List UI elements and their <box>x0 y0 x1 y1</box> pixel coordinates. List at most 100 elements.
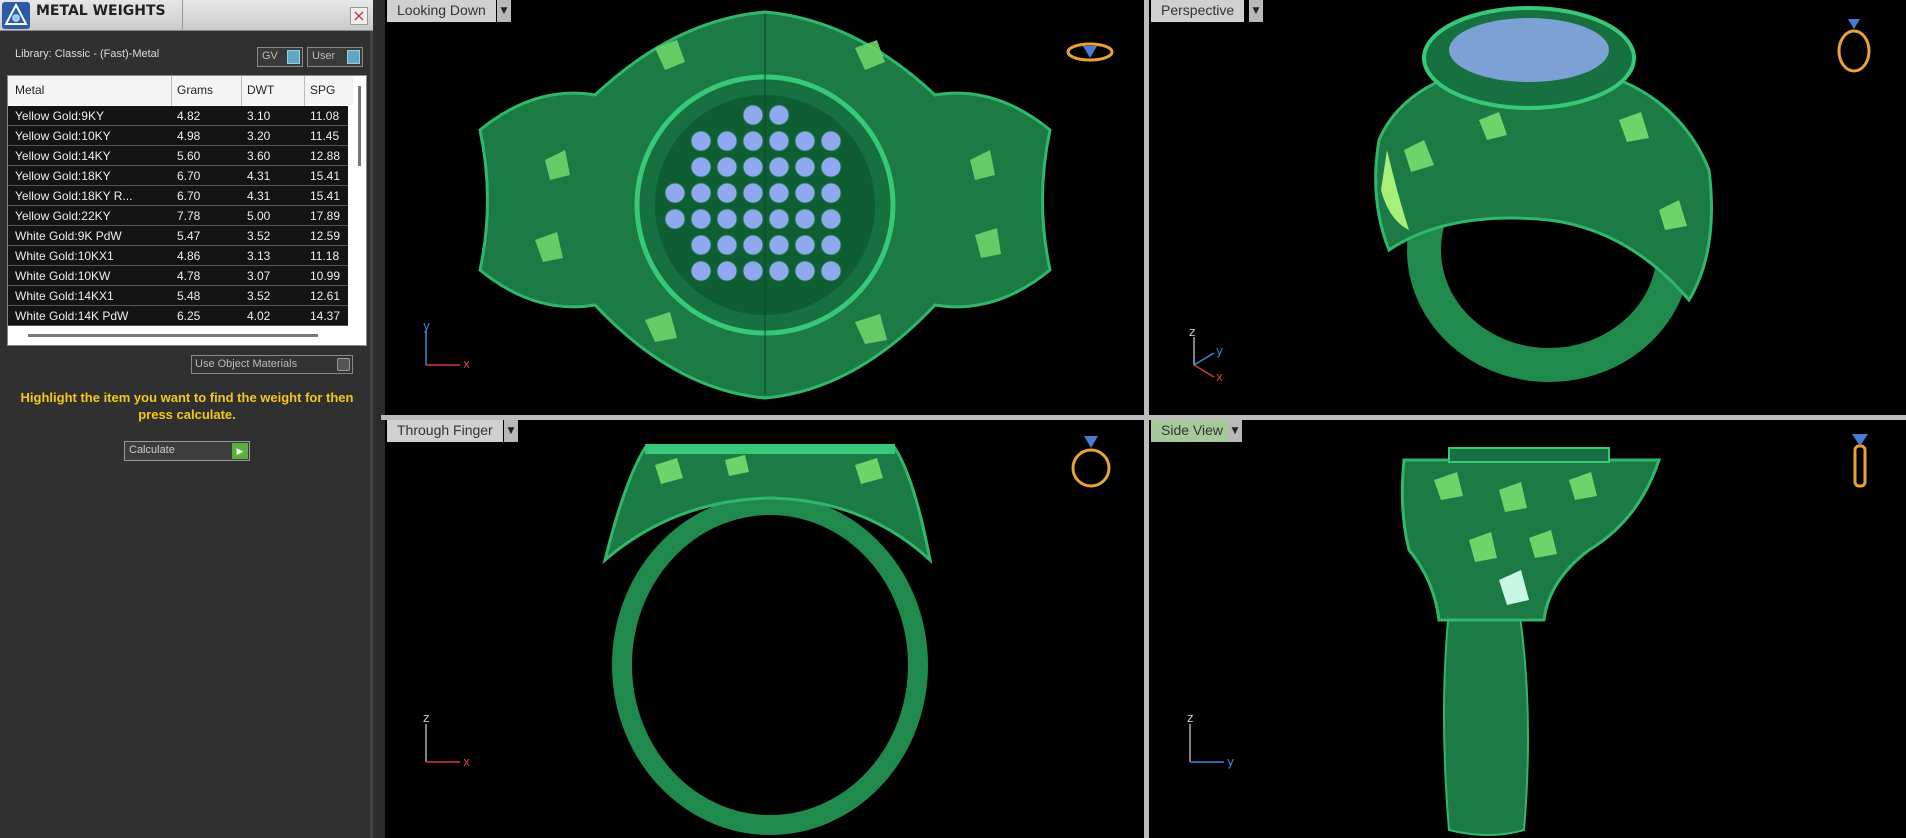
table-row[interactable]: Yellow Gold:10KY 4.98 3.20 11.45 <box>8 126 348 146</box>
gem-stone <box>768 182 790 204</box>
gem-stone <box>768 156 790 178</box>
viewport-label[interactable]: Perspective <box>1151 0 1245 22</box>
table-cell: 12.88 <box>310 149 341 163</box>
calculate-button[interactable]: Calculate ▶ <box>124 441 250 461</box>
table-cell: 3.13 <box>247 249 271 263</box>
gem-stone <box>690 234 712 256</box>
table-cell: 5.00 <box>247 209 271 223</box>
column-header-spg[interactable]: SPG <box>310 83 335 97</box>
axis-gizmo: z x <box>423 711 470 769</box>
gem-stone <box>742 234 764 256</box>
table-row[interactable]: Yellow Gold:22KY 7.78 5.00 17.89 <box>8 206 348 226</box>
column-header-grams[interactable]: Grams <box>177 83 213 97</box>
viewport-label[interactable]: Looking Down <box>387 0 496 22</box>
table-row[interactable]: White Gold:14KX1 5.48 3.52 12.61 <box>8 286 348 306</box>
gem-stone <box>690 130 712 152</box>
axis-label: z <box>1189 325 1195 339</box>
gem-stone <box>742 130 764 152</box>
table-row[interactable]: White Gold:14K PdW 6.25 4.02 14.37 <box>8 306 348 326</box>
table-cell: 5.48 <box>177 289 201 303</box>
gv-toggle[interactable]: GV <box>257 47 303 67</box>
table-cell: 7.78 <box>177 209 201 223</box>
gem-stone <box>794 260 816 282</box>
gem-stone <box>820 130 842 152</box>
gem-stone <box>664 182 686 204</box>
ring-perspective-render <box>1374 6 1713 382</box>
gem-stone <box>742 260 764 282</box>
gem-stone <box>716 208 738 230</box>
table-row[interactable]: Yellow Gold:18KY R... 6.70 4.31 15.41 <box>8 186 348 206</box>
table-cell: 5.60 <box>177 149 201 163</box>
viewport-label[interactable]: Through Finger <box>387 420 503 442</box>
gem-stone <box>820 234 842 256</box>
table-cell: White Gold:9K PdW <box>15 229 122 243</box>
user-toggle[interactable]: User <box>307 47 363 67</box>
table-cell: 12.61 <box>310 289 341 303</box>
table-row[interactable]: Yellow Gold:18KY 6.70 4.31 15.41 <box>8 166 348 186</box>
chevron-down-icon[interactable]: ▼ <box>1249 0 1263 22</box>
viewport-perspective[interactable]: Perspective ▼ z y x <box>1149 0 1906 415</box>
gem-stone <box>690 156 712 178</box>
axis-gizmo: y x <box>423 320 470 370</box>
gem-stone <box>768 260 790 282</box>
gem-stone <box>768 130 790 152</box>
table-row[interactable]: Yellow Gold:9KY 4.82 3.10 11.08 <box>8 106 348 126</box>
table-row[interactable]: White Gold:9K PdW 5.47 3.52 12.59 <box>8 226 348 246</box>
table-cell: 12.59 <box>310 229 341 243</box>
chevron-down-icon[interactable]: ▼ <box>504 420 518 442</box>
metal-weights-table[interactable]: Metal Grams DWT SPG Yellow Gold:9KY 4.82 3… <box>7 75 367 346</box>
panel-title: METAL WEIGHTS <box>36 3 166 19</box>
table-row[interactable]: White Gold:10KX1 4.86 3.13 11.18 <box>8 246 348 266</box>
table-cell: 3.10 <box>247 109 271 123</box>
chevron-down-icon[interactable]: ▼ <box>497 0 511 22</box>
gem-stone <box>690 182 712 204</box>
axis-label: y <box>1216 344 1223 358</box>
gem-stone <box>716 182 738 204</box>
viewport-divider-vertical[interactable] <box>1144 0 1149 838</box>
table-cell: 3.60 <box>247 149 271 163</box>
gem-stone <box>794 156 816 178</box>
table-cell: Yellow Gold:14KY <box>15 149 111 163</box>
gem-stone <box>820 156 842 178</box>
axis-label: x <box>463 755 470 769</box>
ring-top-view-render <box>478 10 1052 400</box>
gem-stone <box>742 156 764 178</box>
gem-stone <box>768 208 790 230</box>
use-object-materials-toggle[interactable]: Use Object Materials <box>191 355 353 374</box>
user-toggle-label: User <box>312 50 336 62</box>
calculate-label: Calculate <box>129 444 175 456</box>
ring-front-render <box>602 444 933 835</box>
gem-stone <box>820 182 842 204</box>
table-cell: 4.82 <box>177 109 201 123</box>
viewport-side-view[interactable]: Side View ▼ z y <box>1149 420 1906 838</box>
chevron-down-icon[interactable]: ▼ <box>1228 420 1242 442</box>
gem-stone <box>794 208 816 230</box>
axis-label: z <box>423 711 429 725</box>
gem-stone <box>794 234 816 256</box>
axis-label: y <box>423 320 430 333</box>
viewport-through-finger[interactable]: Through Finger ▼ z x <box>385 420 1144 838</box>
column-header-dwt[interactable]: DWT <box>247 83 274 97</box>
horizontal-scrollbar[interactable] <box>28 334 318 337</box>
axis-label: x <box>1216 370 1223 384</box>
table-cell: 11.45 <box>310 129 340 143</box>
table-cell: 6.25 <box>177 309 201 323</box>
viewport-looking-down[interactable]: Looking Down ▼ y x <box>385 0 1144 415</box>
table-row[interactable]: White Gold:10KW 4.78 3.07 10.99 <box>8 266 348 286</box>
toggle-knob-icon <box>287 50 300 64</box>
table-cell: 11.18 <box>310 249 340 263</box>
gem-stone <box>742 182 764 204</box>
table-cell: 3.20 <box>247 129 271 143</box>
table-cell: 4.02 <box>247 309 271 323</box>
column-header-metal[interactable]: Metal <box>15 83 44 97</box>
table-cell: White Gold:10KW <box>15 269 111 283</box>
table-cell: 10.99 <box>310 269 341 283</box>
viewport-label[interactable]: Side View <box>1151 420 1234 442</box>
close-icon[interactable]: × <box>350 7 368 25</box>
vertical-scrollbar[interactable] <box>358 86 361 166</box>
table-cell: 3.52 <box>247 289 271 303</box>
gem-stone <box>794 130 816 152</box>
table-row[interactable]: Yellow Gold:14KY 5.60 3.60 12.88 <box>8 146 348 166</box>
gem-stone <box>742 208 764 230</box>
app-logo-icon <box>2 2 30 29</box>
